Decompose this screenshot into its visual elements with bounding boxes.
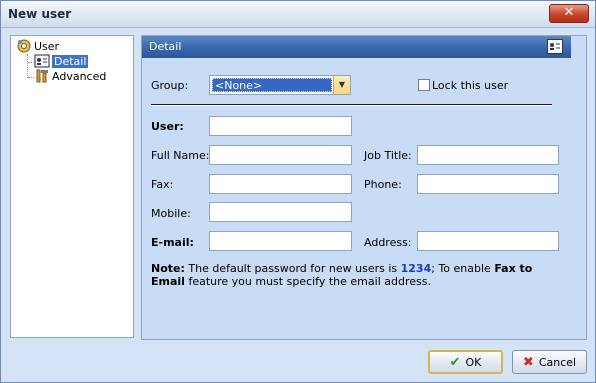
tree-item-detail[interactable]: Detail (34, 53, 89, 69)
group-select[interactable]: <None> ▼ (209, 75, 351, 95)
mobile-label: Mobile: (151, 207, 191, 220)
fax-field[interactable] (209, 174, 352, 194)
x-icon: ✖ (522, 354, 534, 370)
contact-card-icon (547, 39, 563, 54)
fax-label: Fax: (151, 178, 174, 191)
tree-item-label: Advanced (52, 69, 107, 83)
full-name-label: Full Name: (151, 149, 210, 162)
ok-label: OK (465, 355, 482, 369)
group-label: Group: (151, 79, 189, 92)
title-bar: New user ✕ (1, 1, 595, 28)
job-title-label: Job Title: (364, 149, 412, 162)
check-icon: ✔ (449, 354, 461, 370)
address-label: Address: (364, 236, 412, 249)
email-label: E-mail: (151, 236, 194, 249)
ok-button[interactable]: ✔ OK (428, 350, 503, 374)
users-gear-icon (16, 38, 32, 54)
window-title: New user (8, 7, 72, 21)
mobile-field[interactable] (209, 202, 352, 222)
panel-header: Detail (142, 36, 571, 58)
tree-item-advanced[interactable]: Advanced (34, 68, 106, 84)
default-password: 1234 (400, 262, 432, 275)
cancel-button[interactable]: ✖ Cancel (512, 350, 587, 374)
lock-user-label: Lock this user (432, 79, 509, 92)
close-button[interactable]: ✕ (549, 4, 589, 23)
note-prefix: Note: (151, 262, 185, 275)
email-field[interactable] (209, 231, 352, 251)
phone-field[interactable] (417, 174, 559, 194)
cancel-label: Cancel (538, 355, 577, 369)
panel-title: Detail (149, 40, 182, 53)
user-label: User: (151, 120, 184, 133)
user-field[interactable] (209, 116, 352, 136)
password-note: Note: The default password for new users… (151, 262, 551, 288)
tree-item-label: User (34, 39, 60, 53)
group-selected-value: <None> (212, 78, 332, 92)
contact-card-icon (34, 53, 50, 69)
note-text: ; To enable (431, 262, 495, 275)
tools-icon (34, 68, 50, 84)
address-field[interactable] (417, 231, 559, 251)
lock-user-checkbox[interactable] (418, 79, 430, 91)
note-text: The default password for new users is (184, 262, 401, 275)
new-user-dialog: New user ✕ User Detail Advanced Detail G… (0, 0, 596, 383)
full-name-field[interactable] (209, 145, 352, 165)
navigation-tree: User Detail Advanced (10, 35, 134, 338)
job-title-field[interactable] (417, 145, 559, 165)
tree-item-label: Detail (52, 54, 89, 68)
dropdown-arrow-icon[interactable]: ▼ (333, 76, 350, 94)
separator (151, 104, 552, 106)
tree-connector (27, 54, 28, 78)
tree-item-user[interactable]: User (16, 38, 59, 54)
note-text: feature you must specify the email addre… (184, 275, 431, 288)
phone-label: Phone: (364, 178, 402, 191)
